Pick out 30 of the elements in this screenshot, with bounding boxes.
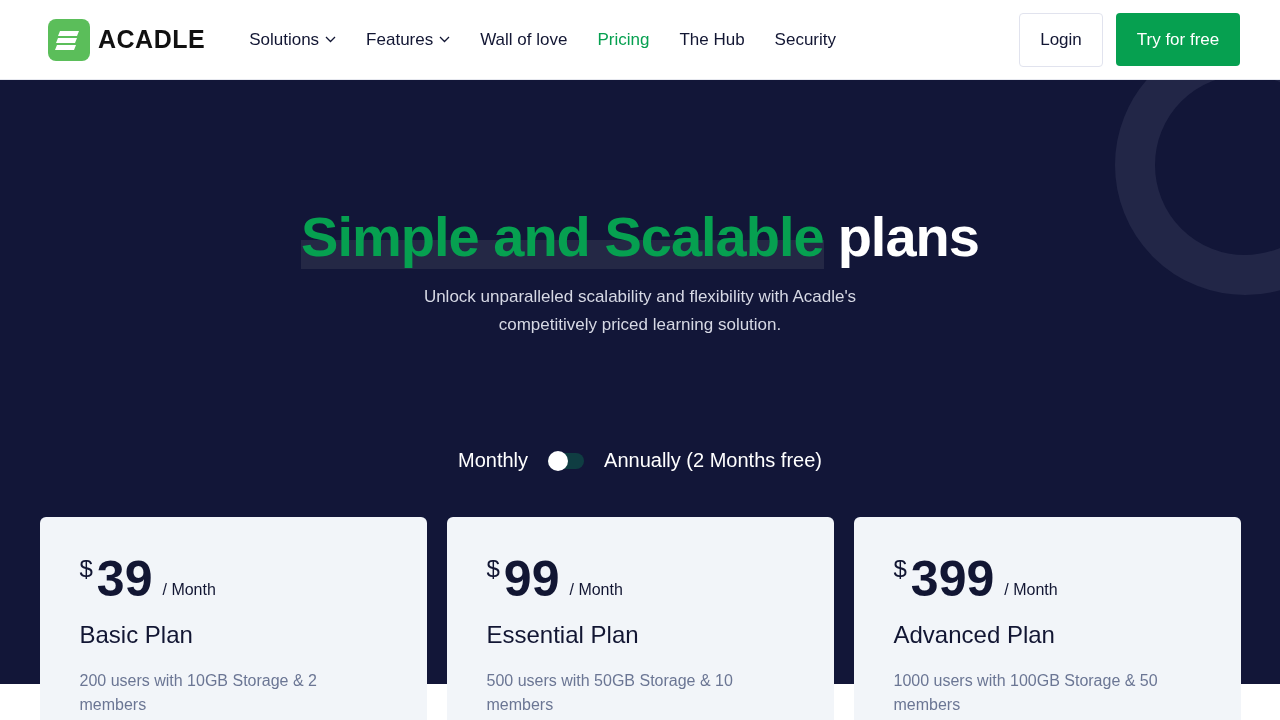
- plan-price: 39: [96, 553, 153, 605]
- plan-price: 99: [503, 553, 560, 605]
- plan-description: 200 users with 10GB Storage & 2 members: [79, 671, 318, 715]
- logo-icon: [48, 18, 90, 61]
- subtitle: Unlock unparalleled scalability and flexibility with Acadle's competitively priced learning solution.: [422, 286, 858, 336]
- plan-description: 500 users with 50GB Storage & 10 members: [486, 671, 734, 715]
- currency-symbol: $: [486, 555, 500, 583]
- nav-link[interactable]: Solutions: [249, 29, 337, 50]
- billing-toggle[interactable]: [548, 452, 585, 469]
- chevron-down-icon: [439, 36, 451, 43]
- price-period: / Month: [569, 581, 623, 599]
- currency-symbol: $: [79, 555, 93, 583]
- headline: plans: [837, 204, 979, 269]
- nav-link[interactable]: Security: [774, 29, 837, 50]
- chevron-down-icon: [325, 36, 337, 43]
- annually-label: Annually (2 Months free): [604, 449, 822, 472]
- nav-link[interactable]: Features: [366, 29, 451, 50]
- logo-text[interactable]: ACADLE: [98, 25, 206, 54]
- monthly-label: Monthly: [458, 449, 529, 472]
- plan-description: 1000 users with 100GB Storage & 50 members: [893, 671, 1159, 715]
- currency-symbol: $: [893, 555, 907, 583]
- price-period: / Month: [1004, 581, 1058, 599]
- plan-name: Basic Plan: [79, 621, 194, 649]
- nav-link[interactable]: The Hub: [679, 29, 745, 50]
- plan-name: Advanced Plan: [893, 621, 1056, 649]
- login-button[interactable]: Login: [1019, 12, 1103, 67]
- plan-name: Essential Plan: [486, 621, 640, 649]
- nav-link[interactable]: Wall of love: [480, 29, 568, 50]
- plan-price: 399: [910, 553, 995, 605]
- price-period: / Month: [162, 581, 216, 599]
